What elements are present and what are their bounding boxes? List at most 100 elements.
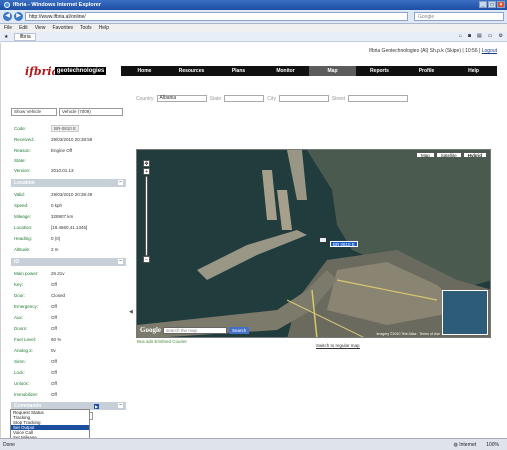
location-row: Location: [19.4660,41.1345] [14, 225, 88, 230]
internet-zone: ◍ Internet [453, 442, 477, 448]
map-type-map[interactable]: Map [415, 152, 435, 158]
zoom-level[interactable]: 100% [486, 442, 499, 448]
window-titlebar: Ifbria - Windows Internet Explorer _ □ × [0, 0, 507, 10]
nav-help[interactable]: Help [450, 66, 497, 76]
zoom-out-button[interactable]: − [143, 256, 150, 263]
io-row: Doors: Off [14, 326, 57, 331]
received-row: Received: 29/03/2010 20:38:59 [14, 137, 93, 142]
nav-monitor[interactable]: Monitor [262, 66, 309, 76]
zoom-control: ✥ + − [143, 160, 153, 264]
menu-help[interactable]: Help [99, 25, 109, 31]
menu-tools[interactable]: Tools [80, 25, 92, 31]
nav-plans[interactable]: Plans [215, 66, 262, 76]
io-row: Emergency: Off [14, 304, 57, 309]
address-filter: Country Albania State City Street [136, 95, 409, 102]
version-row: Version: 2010.01.13 [14, 168, 74, 173]
map-search-input[interactable]: search the map [163, 326, 227, 334]
state-field[interactable] [224, 95, 265, 102]
io-row: Fuel Level: 60 % [14, 337, 62, 342]
page-icon[interactable]: ▭ [488, 33, 493, 39]
main-nav: Home Resources Plans Monitor Map Reports… [121, 66, 497, 76]
map-type-switcher: Map Satellite Hybrid [415, 152, 487, 158]
location-header[interactable]: Location – [11, 179, 126, 187]
speed-row: Speed: 0 kph [14, 203, 63, 208]
altitude-row: Altitude: 2 m [14, 247, 59, 252]
forward-icon[interactable]: ▶ [14, 12, 23, 21]
logo: ifbria geotechnologies [25, 64, 107, 78]
vehicle-marker-label[interactable]: BR 0810 E [330, 241, 358, 247]
window-title: Ifbria - Windows Internet Explorer [13, 2, 101, 8]
map-search-button[interactable]: Search [229, 326, 250, 334]
code-row: Code: BR-0810 E [11, 124, 126, 133]
country-field[interactable]: Albania [156, 95, 207, 102]
satellite-imagery [137, 150, 490, 337]
menu-favorites[interactable]: Favorites [52, 25, 73, 31]
collapse-icon[interactable]: – [118, 259, 123, 264]
nav-resources[interactable]: Resources [168, 66, 215, 76]
io-row: Main power: 26.31v [14, 271, 65, 276]
valid-row: Valid: 29/03/2010 20:38:49 [14, 192, 93, 197]
favorites-bar: ★ Ifbria ⌂ ◙ ▤ ▭ ⚙ [0, 32, 507, 42]
vehicle-select[interactable]: Vehicle (7009) [59, 108, 123, 116]
nav-profile[interactable]: Profile [403, 66, 450, 76]
tools-icon[interactable]: ⚙ [499, 33, 503, 39]
logout-link[interactable]: Logout [482, 48, 497, 54]
collapse-icon[interactable]: – [118, 180, 123, 185]
collapse-icon[interactable]: – [118, 403, 123, 408]
ie-icon [4, 2, 10, 8]
heading-row: Heading: 0 (0) [14, 236, 61, 241]
reason-row: Reason: Engine Off [14, 148, 73, 153]
io-row: Immobilizer: Off [14, 392, 57, 397]
zoom-in-button[interactable]: + [143, 168, 150, 175]
feeds-icon[interactable]: ◙ [468, 33, 471, 39]
io-row: Key: Off [14, 282, 57, 287]
map-copyright: Imagery ©2010 Tele Atlas · Terms of Use [376, 332, 440, 336]
nav-reports[interactable]: Reports [356, 66, 403, 76]
map-type-hybrid[interactable]: Hybrid [462, 152, 487, 158]
nav-home[interactable]: Home [121, 66, 168, 76]
io-row: Unlock: Off [14, 381, 57, 386]
google-logo: Google [140, 326, 161, 334]
user-info: Ifbria Geotechnologies (Al) Sh.p.k (Skip… [369, 48, 497, 54]
map-footer-text: Bus ads Erisfeed Courier [137, 339, 188, 344]
switch-to-regular-map-link[interactable]: Switch to regular map [316, 343, 360, 349]
status-text: Done [3, 441, 15, 448]
io-header[interactable]: IO – [11, 258, 126, 266]
map-search: Google search the map Search [140, 326, 250, 334]
map-type-satellite[interactable]: Satellite [435, 152, 462, 158]
favorites-star-icon[interactable]: ★ [4, 34, 8, 40]
io-row: Door: Closed [14, 293, 66, 298]
panel-collapse-icon[interactable]: ◀ [129, 309, 133, 315]
mileage-row: Mileage: 328907 km [14, 214, 74, 219]
browser-search-input[interactable]: Google [414, 12, 504, 21]
state-row: State: [14, 158, 26, 163]
map-view[interactable]: Map Satellite Hybrid ✥ + − BR 0810 E Goo… [136, 149, 491, 338]
city-field[interactable] [278, 95, 329, 102]
maximize-button[interactable]: □ [488, 1, 496, 8]
print-icon[interactable]: ▤ [477, 33, 482, 39]
io-row: Aux: Off [14, 315, 57, 320]
url-field[interactable]: http://www.ifbria.al/online/ [25, 12, 408, 21]
overview-map[interactable] [442, 290, 488, 335]
show-vehicle-select[interactable]: Show Vehicle [11, 108, 57, 116]
nav-map[interactable]: Map [309, 66, 356, 76]
address-bar: ◀ ▶ http://www.ifbria.al/online/ Google [0, 10, 507, 24]
page-content: Ifbria Geotechnologies (Al) Sh.p.k (Skip… [0, 43, 507, 438]
menu-view[interactable]: View [35, 25, 46, 31]
browser-tab[interactable]: Ifbria [14, 32, 36, 41]
menu-file[interactable]: File [4, 25, 12, 31]
pan-icon[interactable]: ✥ [143, 160, 150, 167]
close-button[interactable]: × [497, 1, 505, 8]
io-row: Lock: Off [14, 370, 57, 375]
home-icon[interactable]: ⌂ [459, 33, 462, 39]
vehicle-icon[interactable] [319, 237, 327, 243]
io-row: Analog 2: 0v [14, 348, 56, 353]
send-command-button[interactable]: ▶ [94, 404, 99, 409]
io-row: Siren: Off [14, 359, 57, 364]
zoom-slider[interactable] [145, 176, 148, 256]
back-icon[interactable]: ◀ [3, 12, 12, 21]
status-bar: Done ◍ Internet 100% [0, 438, 507, 450]
street-field[interactable] [348, 95, 409, 102]
minimize-button[interactable]: _ [479, 1, 487, 8]
menu-edit[interactable]: Edit [19, 25, 28, 31]
